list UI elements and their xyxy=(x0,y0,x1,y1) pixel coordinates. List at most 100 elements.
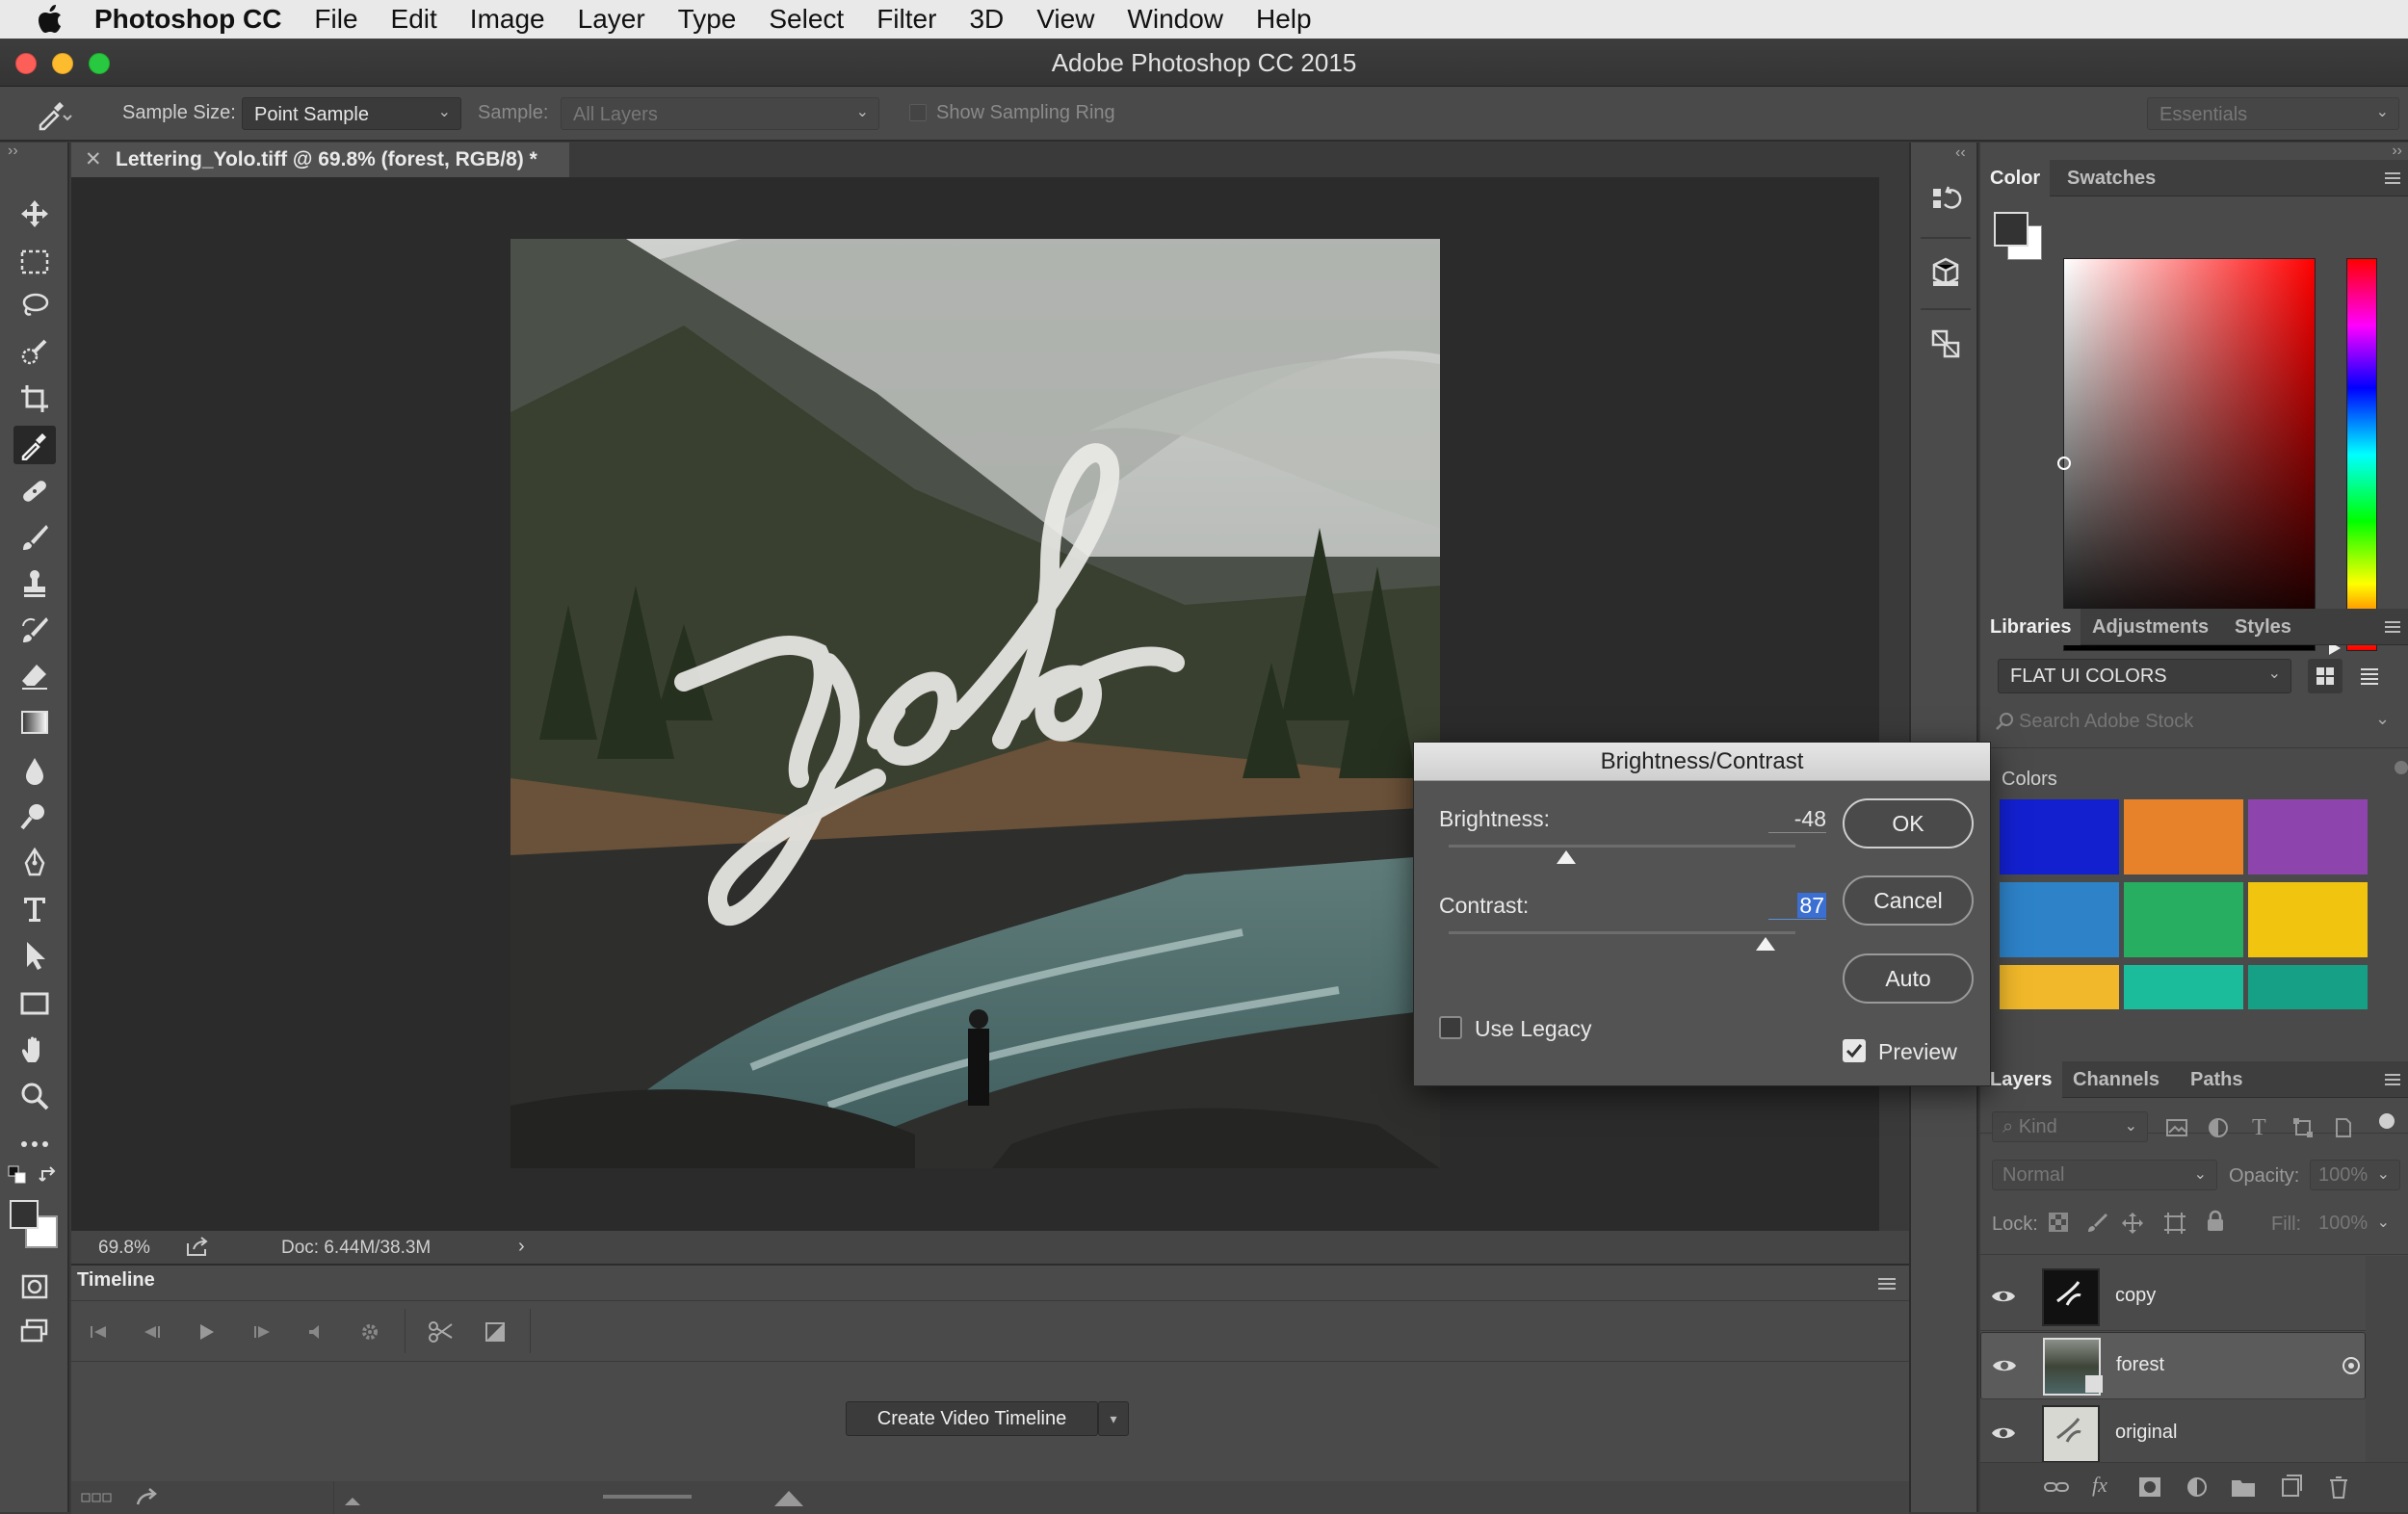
zoom-out-mountain-icon[interactable] xyxy=(345,1493,360,1505)
smart-filter-icon[interactable] xyxy=(2340,1354,2363,1377)
panel-menu-icon[interactable] xyxy=(2383,170,2402,187)
library-color-swatch[interactable] xyxy=(2000,965,2119,1009)
collapse-arrows-icon[interactable]: ›› xyxy=(8,143,18,160)
library-color-swatch[interactable] xyxy=(2124,965,2243,1009)
menu-app-name[interactable]: Photoshop CC xyxy=(94,4,281,35)
menu-file[interactable]: File xyxy=(314,4,357,35)
quick-selection-tool-icon[interactable] xyxy=(13,333,56,372)
tab-layers[interactable]: Layers xyxy=(1980,1061,2062,1098)
layer-name[interactable]: forest xyxy=(2116,1354,2164,1376)
filter-pixel-icon[interactable] xyxy=(2165,1117,2188,1138)
opacity-field[interactable]: 100% ⌄ xyxy=(2310,1160,2400,1190)
visibility-eye-icon[interactable] xyxy=(1991,1354,2018,1377)
library-color-swatch[interactable] xyxy=(2124,882,2243,957)
lock-transparent-pixels-icon[interactable] xyxy=(2048,1212,2069,1233)
tab-swatches[interactable]: Swatches xyxy=(2057,160,2165,196)
tab-color[interactable]: Color xyxy=(1980,160,2051,196)
library-color-swatch[interactable] xyxy=(2124,799,2243,874)
chevron-down-icon[interactable]: ⌄ xyxy=(2375,709,2390,729)
new-adjustment-layer-icon[interactable] xyxy=(2186,1476,2208,1498)
lock-all-icon[interactable] xyxy=(2206,1210,2225,1233)
tab-channels[interactable]: Channels xyxy=(2063,1061,2169,1098)
document-tab[interactable]: ✕ Lettering_Yolo.tiff @ 69.8% (forest, R… xyxy=(71,143,569,177)
audio-icon[interactable] xyxy=(302,1318,329,1345)
contrast-input[interactable]: 87 xyxy=(1768,893,1826,920)
zoom-level[interactable]: 69.8% xyxy=(98,1238,150,1259)
rectangle-tool-icon[interactable] xyxy=(13,984,56,1023)
filter-toggle[interactable] xyxy=(2379,1113,2395,1129)
brush-tool-icon[interactable] xyxy=(13,518,56,557)
clone-stamp-tool-icon[interactable] xyxy=(13,564,56,603)
menu-view[interactable]: View xyxy=(1036,4,1094,35)
tab-libraries[interactable]: Libraries xyxy=(1980,609,2081,645)
new-group-folder-icon[interactable] xyxy=(2231,1476,2256,1498)
share-export-icon[interactable] xyxy=(185,1236,210,1257)
menu-help[interactable]: Help xyxy=(1256,4,1312,35)
menu-filter[interactable]: Filter xyxy=(877,4,936,35)
layer-style-fx-icon[interactable]: fx xyxy=(2092,1473,2107,1498)
marquee-tool-icon[interactable] xyxy=(13,243,56,281)
next-frame-icon[interactable] xyxy=(249,1318,275,1345)
visibility-eye-icon[interactable] xyxy=(1990,1422,2017,1445)
frame-animation-icon[interactable] xyxy=(81,1491,112,1504)
timeline-zoom-slider[interactable] xyxy=(603,1495,692,1499)
library-color-swatch[interactable] xyxy=(2000,882,2119,957)
collapse-panels-arrows-icon[interactable]: ›› xyxy=(2392,143,2402,160)
color-foreground-swatch[interactable] xyxy=(1994,212,2028,247)
close-tab-icon[interactable]: ✕ xyxy=(85,143,102,177)
move-tool-icon[interactable] xyxy=(13,195,56,233)
apple-icon[interactable] xyxy=(31,0,69,39)
transition-icon[interactable] xyxy=(482,1318,509,1345)
create-video-timeline-button[interactable]: Create Video Timeline xyxy=(846,1401,1098,1436)
render-video-icon[interactable] xyxy=(135,1487,162,1508)
collapse-dock-arrows-icon[interactable]: ‹‹ xyxy=(1955,144,1966,162)
link-layers-icon[interactable] xyxy=(2044,1476,2069,1498)
type-tool-icon[interactable] xyxy=(13,890,56,928)
crop-tool-icon[interactable] xyxy=(13,379,56,418)
status-menu-arrow-icon[interactable]: › xyxy=(518,1236,525,1258)
delete-layer-trash-icon[interactable] xyxy=(2327,1475,2350,1500)
close-window-button[interactable] xyxy=(15,53,37,74)
list-view-icon[interactable] xyxy=(2352,659,2387,693)
dodge-tool-icon[interactable] xyxy=(13,797,56,836)
use-legacy-checkbox[interactable] xyxy=(1439,1016,1462,1039)
pen-tool-icon[interactable] xyxy=(13,844,56,882)
eyedropper-preset-icon[interactable] xyxy=(35,96,73,131)
brightness-slider-track[interactable] xyxy=(1449,845,1795,848)
layers-scrollbar-track[interactable] xyxy=(2366,1256,2408,1475)
filter-shape-icon[interactable] xyxy=(2292,1117,2314,1138)
3d-panel-icon[interactable] xyxy=(1921,248,1971,297)
filter-type-icon[interactable]: T xyxy=(2252,1115,2266,1141)
document-image[interactable] xyxy=(510,239,1440,1168)
grid-view-icon[interactable] xyxy=(2308,659,2343,693)
preview-checkbox[interactable] xyxy=(1843,1039,1866,1062)
filter-adjustment-icon[interactable] xyxy=(2208,1117,2229,1138)
new-layer-icon[interactable] xyxy=(2281,1475,2302,1498)
brightness-slider-handle[interactable] xyxy=(1557,850,1577,864)
layer-name[interactable]: copy xyxy=(2115,1285,2156,1307)
brightness-input[interactable]: -48 xyxy=(1768,806,1826,833)
properties-panel-icon[interactable] xyxy=(1921,320,1971,368)
panel-menu-icon[interactable] xyxy=(2383,618,2402,636)
lock-image-pixels-icon[interactable] xyxy=(2086,1212,2107,1233)
timeline-tab[interactable]: Timeline xyxy=(77,1269,155,1300)
eraser-tool-icon[interactable] xyxy=(13,657,56,695)
zoom-in-mountain-icon[interactable] xyxy=(774,1487,803,1506)
contrast-slider-handle[interactable] xyxy=(1755,937,1775,951)
zoom-window-button[interactable] xyxy=(89,53,110,74)
saturation-brightness-field[interactable] xyxy=(2063,258,2316,651)
scroll-indicator[interactable] xyxy=(2395,761,2408,774)
auto-button[interactable]: Auto xyxy=(1843,953,1974,1004)
sample-select[interactable]: All Layers ⌄ xyxy=(561,97,879,130)
library-color-swatch[interactable] xyxy=(2248,882,2368,957)
screen-mode-icon[interactable] xyxy=(13,1312,56,1350)
tab-adjustments[interactable]: Adjustments xyxy=(2082,609,2218,645)
menu-3d[interactable]: 3D xyxy=(969,4,1004,35)
contrast-slider-track[interactable] xyxy=(1449,931,1795,934)
quick-mask-icon[interactable] xyxy=(13,1267,56,1306)
tab-styles[interactable]: Styles xyxy=(2225,609,2301,645)
menu-type[interactable]: Type xyxy=(678,4,737,35)
eyedropper-tool-icon[interactable] xyxy=(13,426,56,464)
gradient-tool-icon[interactable] xyxy=(13,703,56,742)
lock-position-icon[interactable] xyxy=(2121,1212,2144,1235)
